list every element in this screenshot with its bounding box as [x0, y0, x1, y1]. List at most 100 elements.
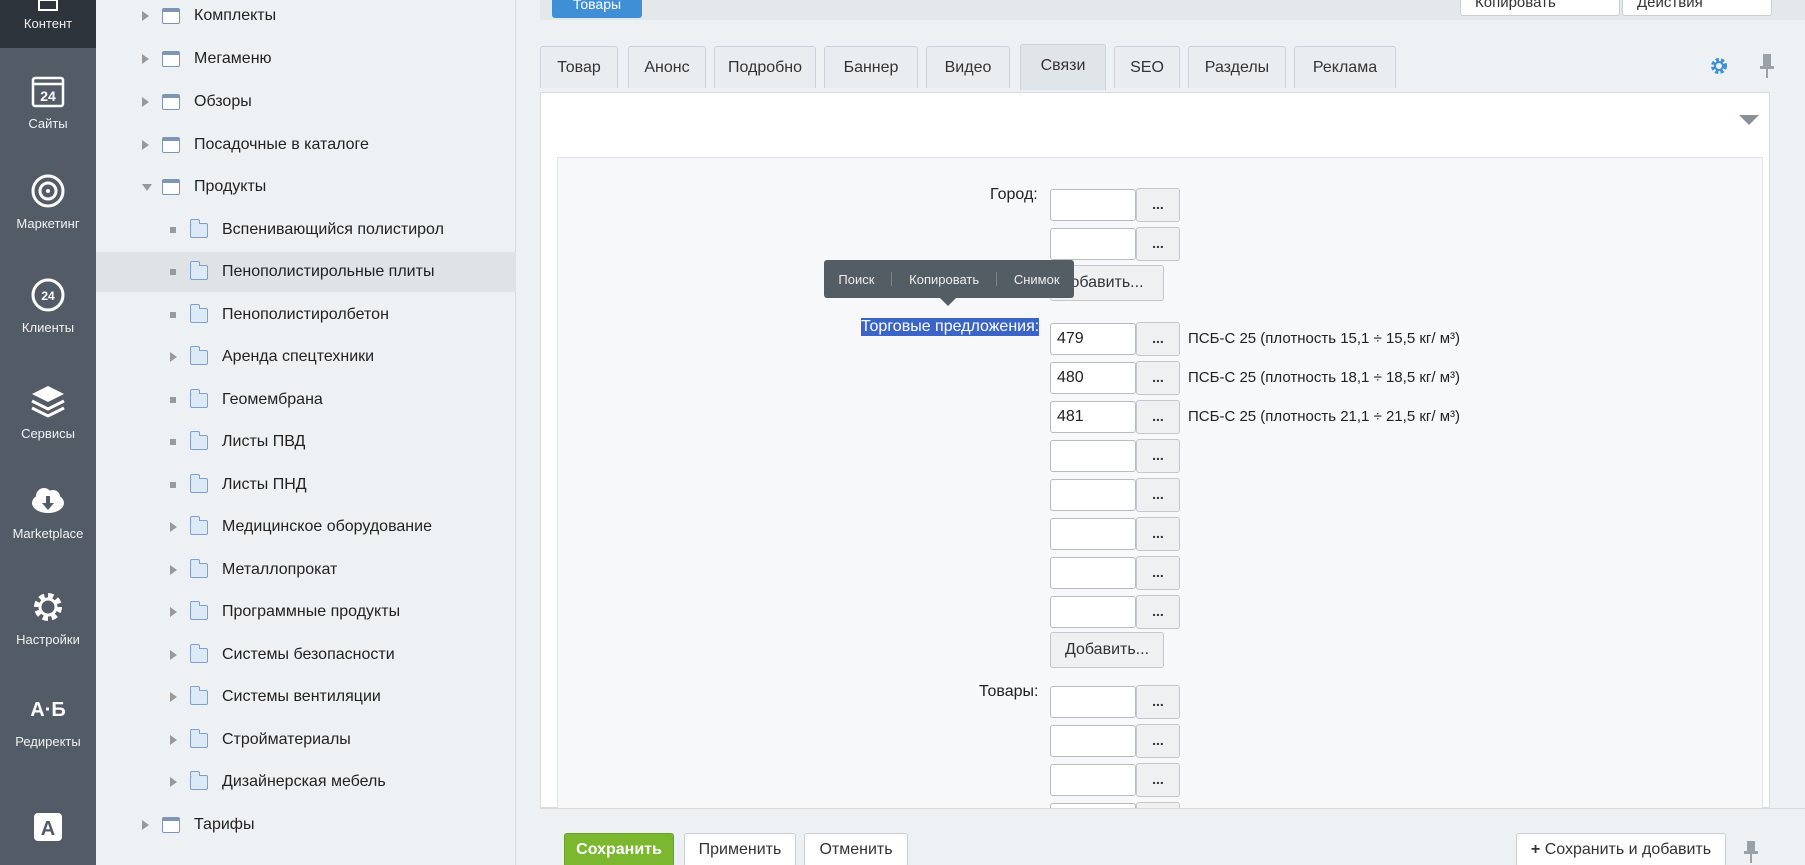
expand-arrow-icon[interactable] — [142, 140, 149, 150]
expand-arrow-icon[interactable] — [170, 607, 177, 617]
tree-item-label: Листы ПВД — [222, 433, 306, 450]
expand-arrow-icon[interactable] — [170, 650, 177, 660]
browse-button[interactable]: ... — [1136, 188, 1180, 222]
browse-button[interactable]: ... — [1136, 361, 1180, 395]
expand-arrow-icon[interactable] — [170, 692, 177, 702]
collapse-arrow-icon[interactable] — [142, 183, 152, 191]
browse-button[interactable]: ... — [1136, 400, 1180, 434]
list-icon — [162, 51, 180, 67]
tree-item-label: Листы ПНД — [222, 476, 307, 493]
tree-item[interactable]: Программные продукты — [96, 592, 516, 632]
id-input[interactable] — [1050, 323, 1136, 355]
expand-arrow-icon[interactable] — [142, 54, 149, 64]
tab-item[interactable]: Видео — [926, 46, 1010, 88]
tree-item[interactable]: Посадочные в каталоге — [96, 125, 516, 165]
cancel-button[interactable]: Отменить — [804, 833, 908, 865]
id-input[interactable] — [1050, 479, 1136, 511]
nav-item-marketplace[interactable]: Marketplace — [0, 482, 96, 541]
expand-arrow-icon[interactable] — [142, 97, 149, 107]
plus-icon: + — [1530, 841, 1545, 858]
nav-item-more[interactable]: A — [0, 808, 96, 852]
id-input[interactable] — [1050, 557, 1136, 589]
browse-button[interactable]: ... — [1136, 322, 1180, 356]
tree-item[interactable]: Системы безопасности — [96, 635, 516, 675]
settings-gear-icon[interactable] — [1709, 56, 1729, 76]
tree-item[interactable]: Листы ПВД — [96, 422, 516, 462]
tab-item[interactable]: Баннер — [824, 46, 918, 88]
tree-item[interactable]: Дизайнерская мебель — [96, 762, 516, 802]
browse-button[interactable]: ... — [1136, 724, 1180, 758]
tree-item[interactable]: Пенополистиролбетон — [96, 295, 516, 335]
browse-button[interactable]: ... — [1136, 478, 1180, 512]
tree-item[interactable]: Обзоры — [96, 82, 516, 122]
id-input[interactable] — [1050, 725, 1136, 757]
id-input[interactable] — [1050, 189, 1136, 221]
expand-arrow-icon[interactable] — [170, 565, 177, 575]
save-button[interactable]: Сохранить — [564, 833, 674, 865]
browse-button[interactable]: ... — [1136, 227, 1180, 261]
id-input[interactable] — [1050, 518, 1136, 550]
popup-copy-button[interactable]: Копировать — [909, 272, 979, 287]
tree-item[interactable]: Листы ПНД — [96, 465, 516, 505]
browse-button[interactable]: ... — [1136, 595, 1180, 629]
tab-item[interactable]: Товар — [540, 46, 618, 88]
popup-search-button[interactable]: Поиск — [838, 272, 874, 287]
expand-arrow-icon[interactable] — [170, 352, 177, 362]
id-input[interactable] — [1050, 686, 1136, 718]
id-input[interactable] — [1050, 440, 1136, 472]
browse-button[interactable]: ... — [1136, 685, 1180, 719]
copy-button[interactable]: Копировать — [1460, 0, 1620, 16]
pin-icon[interactable] — [1759, 54, 1775, 78]
expand-arrow-icon[interactable] — [170, 735, 177, 745]
tree-item[interactable]: Стройматериалы — [96, 720, 516, 760]
browse-button[interactable]: ... — [1136, 556, 1180, 590]
expand-arrow-icon[interactable] — [170, 522, 177, 532]
tree-item[interactable]: Геомембрана — [96, 380, 516, 420]
tree-item[interactable]: Медицинское оборудование — [96, 507, 516, 547]
pin-icon[interactable] — [1744, 841, 1758, 863]
expand-arrow-icon[interactable] — [142, 11, 149, 21]
id-input[interactable] — [1050, 401, 1136, 433]
id-input[interactable] — [1050, 596, 1136, 628]
tree-item[interactable]: Тарифы — [96, 805, 516, 845]
nav-item-redirects[interactable]: A·Б Редиректы — [0, 690, 96, 749]
tree-item[interactable]: Мегаменю — [96, 39, 516, 79]
id-input[interactable] — [1050, 362, 1136, 394]
nav-item-content[interactable]: Контент — [0, 0, 96, 48]
items-tab[interactable]: Товары — [552, 0, 642, 18]
tree-item[interactable]: Системы вентиляции — [96, 677, 516, 717]
popup-snapshot-button[interactable]: Снимок — [1014, 272, 1060, 287]
tab-item[interactable]: SEO — [1114, 46, 1180, 88]
collapse-icon[interactable] — [1739, 115, 1759, 125]
expand-arrow-icon[interactable] — [142, 820, 149, 830]
nav-item-clients[interactable]: 24 Клиенты — [0, 276, 96, 335]
browse-button[interactable]: ... — [1136, 763, 1180, 797]
tree-item[interactable]: Вспенивающийся полистирол — [96, 210, 516, 250]
nav-item-settings[interactable]: Настройки — [0, 588, 96, 647]
tree-item-label: Металлопрокат — [222, 561, 338, 578]
tree-item[interactable]: Продукты — [96, 167, 516, 207]
tab-item[interactable]: Анонс — [628, 46, 706, 88]
tree-item[interactable]: Аренда спецтехники — [96, 337, 516, 377]
browse-button[interactable]: ... — [1136, 439, 1180, 473]
tab-item[interactable]: Разделы — [1188, 46, 1286, 88]
nav-label: Контент — [23, 16, 73, 31]
nav-item-sites[interactable]: 24 Сайты — [0, 72, 96, 131]
tree-item[interactable]: Пенополистирольные плиты — [96, 252, 516, 292]
add-more-button[interactable]: Добавить... — [1050, 632, 1164, 668]
nav-item-marketing[interactable]: Маркетинг — [0, 172, 96, 231]
tree-item-label: Пенополистирольные плиты — [222, 263, 435, 280]
tab-item[interactable]: Связи — [1020, 44, 1106, 90]
id-input[interactable] — [1050, 228, 1136, 260]
expand-arrow-icon[interactable] — [170, 777, 177, 787]
tab-item[interactable]: Подробно — [714, 46, 816, 88]
tree-item[interactable]: Комплекты — [96, 0, 516, 36]
tree-item[interactable]: Металлопрокат — [96, 550, 516, 590]
browse-button[interactable]: ... — [1136, 517, 1180, 551]
save-and-add-button[interactable]: + Сохранить и добавить — [1516, 833, 1726, 865]
actions-button[interactable]: Действия — [1622, 0, 1772, 16]
id-input[interactable] — [1050, 764, 1136, 796]
nav-item-services[interactable]: Сервисы — [0, 382, 96, 441]
apply-button[interactable]: Применить — [684, 833, 796, 865]
tab-item[interactable]: Реклама — [1294, 46, 1396, 88]
